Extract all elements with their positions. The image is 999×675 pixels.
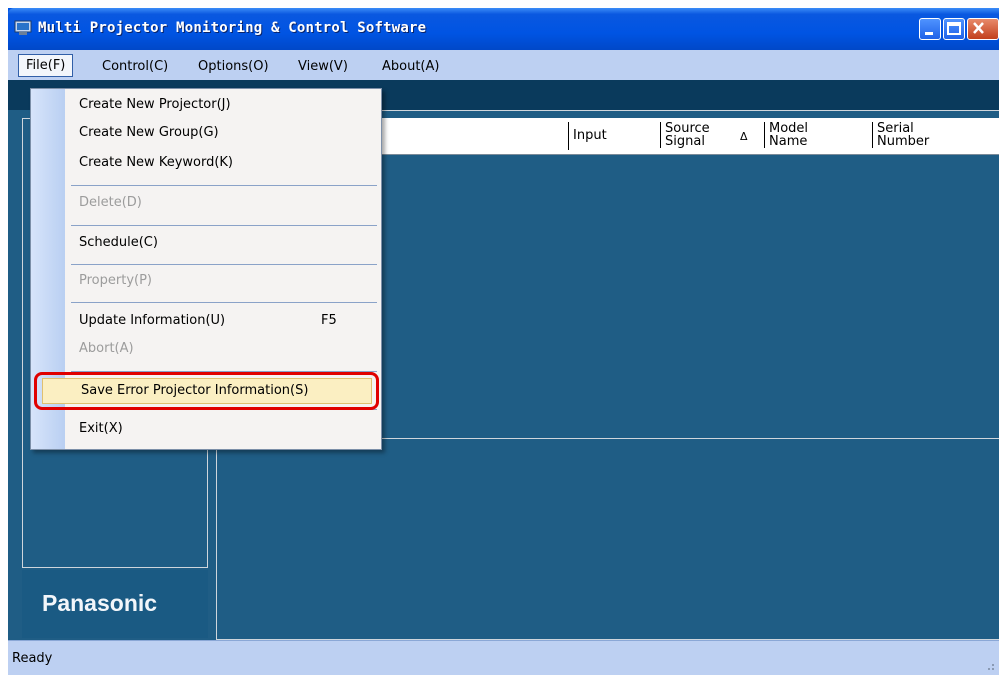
column-serial-number[interactable]: Serial Number	[872, 122, 929, 148]
menu-bar: File(F) Control(C) Options(O) View(V) Ab…	[8, 50, 999, 80]
status-bar: Ready	[8, 640, 999, 675]
menu-control[interactable]: Control(C)	[98, 57, 172, 76]
menu-save-error-label: Save Error Projector Information(S)	[81, 383, 309, 398]
menu-separator	[71, 264, 377, 265]
minimize-icon	[925, 32, 933, 35]
menu-create-new-projector[interactable]: Create New Projector(J)	[79, 97, 231, 112]
logo-area: Panasonic	[22, 570, 208, 638]
app-window: Multi Projector Monitoring & Control Sof…	[8, 8, 999, 675]
menu-exit[interactable]: Exit(X)	[79, 421, 123, 436]
menu-file[interactable]: File(F)	[18, 54, 74, 77]
menu-update-shortcut: F5	[321, 313, 337, 328]
menu-abort[interactable]: Abort(A)	[79, 341, 134, 356]
menu-about[interactable]: About(A)	[378, 57, 443, 76]
menu-separator	[71, 302, 377, 303]
sort-indicator-icon: Δ	[740, 130, 748, 143]
minimize-button[interactable]	[919, 18, 941, 40]
menu-save-error-projector-information[interactable]: Save Error Projector Information(S)	[42, 378, 372, 404]
status-text: Ready	[12, 651, 53, 666]
menu-separator	[71, 185, 377, 186]
detail-pane[interactable]	[216, 438, 999, 640]
menu-schedule[interactable]: Schedule(C)	[79, 235, 158, 250]
highlight-annotation: Save Error Projector Information(S)	[34, 372, 379, 410]
app-icon	[14, 20, 32, 35]
menu-separator	[71, 225, 377, 226]
maximize-icon	[947, 22, 961, 35]
menu-update-information[interactable]: Update Information(U)	[79, 313, 225, 328]
title-bar[interactable]: Multi Projector Monitoring & Control Sof…	[8, 8, 999, 50]
menu-view[interactable]: View(V)	[294, 57, 352, 76]
column-model-name[interactable]: Model Name	[764, 122, 808, 148]
resize-grip-icon[interactable]	[983, 659, 995, 671]
window-title: Multi Projector Monitoring & Control Sof…	[38, 20, 427, 36]
menu-create-new-keyword[interactable]: Create New Keyword(K)	[79, 155, 233, 170]
menu-property[interactable]: Property(P)	[79, 273, 152, 288]
close-icon	[973, 22, 984, 34]
panasonic-logo: Panasonic	[42, 590, 158, 616]
menu-delete[interactable]: Delete(D)	[79, 195, 142, 210]
column-input[interactable]: Input	[568, 122, 607, 150]
close-button[interactable]	[967, 18, 999, 40]
maximize-button[interactable]	[943, 18, 965, 40]
menu-create-new-group[interactable]: Create New Group(G)	[79, 125, 219, 140]
column-source-signal[interactable]: Source Signal	[660, 122, 710, 148]
menu-options[interactable]: Options(O)	[194, 57, 273, 76]
